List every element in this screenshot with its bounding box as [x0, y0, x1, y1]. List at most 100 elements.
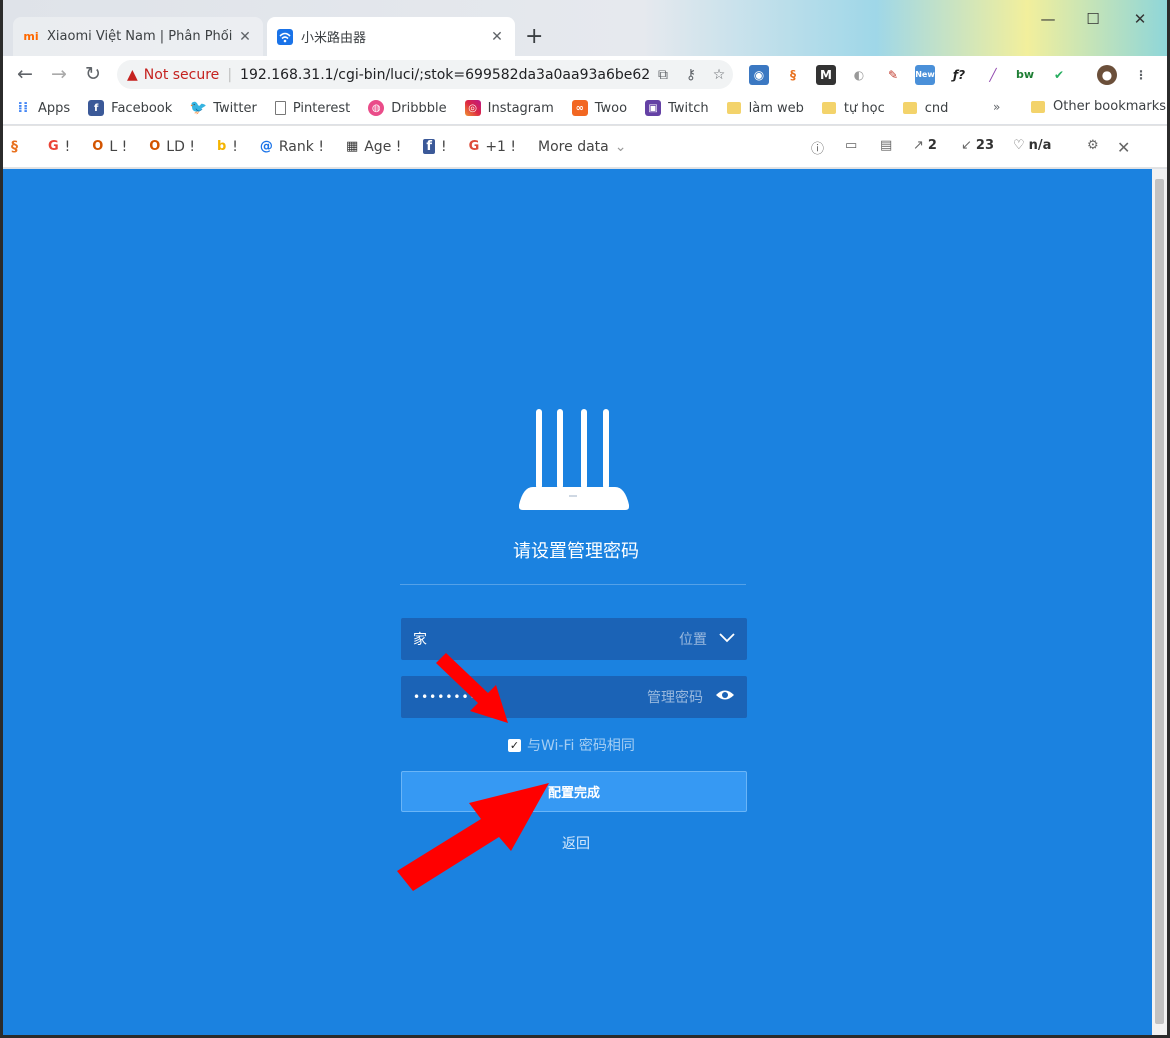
maximize-button[interactable]: ☐ [1078, 10, 1108, 28]
browser-window: mi Xiaomi Việt Nam | Phân Phối Chính ✕ 小… [3, 0, 1167, 1035]
menu-icon[interactable]: ⋮ [1131, 65, 1151, 85]
new-tab-button[interactable]: + [525, 24, 543, 49]
folder-icon [902, 102, 917, 114]
bookmark-dribbble[interactable]: ◍ Dribbble [368, 100, 447, 116]
forward-arrow-icon[interactable]: → [47, 62, 71, 86]
tab-router[interactable]: 小米路由器 ✕ [267, 17, 515, 56]
facebook-icon: f [88, 100, 105, 116]
internal-link-icon: ↙ [961, 138, 972, 153]
bookmark-folder-cnd[interactable]: cnd [902, 101, 948, 116]
same-as-wifi-checkbox[interactable]: ✓ [508, 738, 521, 752]
bookmarks-overflow-button[interactable]: » [993, 100, 1000, 114]
title-bar: mi Xiaomi Việt Nam | Phân Phối Chính ✕ 小… [3, 0, 1167, 56]
seo-links[interactable]: O L ! [92, 139, 127, 155]
seoquake-bar: § G ! O L ! O LD ! b ! @ Rank ! ▦ Age ! … [3, 125, 1167, 168]
chevron-down-icon[interactable] [719, 631, 735, 647]
location-value: 家 [413, 632, 427, 648]
scrollbar[interactable] [1152, 169, 1167, 1035]
wifi-icon [277, 28, 293, 45]
dribbble-icon: ◍ [368, 100, 385, 116]
router-setup-page: 请设置管理密码 家 位置 •••••••••• 管理密码 ✓ 与Wi-Fi 密码… [3, 169, 1152, 1035]
close-icon[interactable]: ✕ [237, 29, 253, 45]
seo-age[interactable]: ▦ Age ! [346, 139, 401, 155]
check-shield-icon[interactable]: ✔ [1049, 65, 1069, 85]
bookmark-twitch[interactable]: ▣ Twitch [645, 100, 709, 116]
folder-icon [726, 102, 741, 114]
password-hint: 管理密码 [647, 690, 703, 706]
location-hint: 位置 [679, 632, 707, 648]
external-links-stat[interactable]: ↗ 2 [913, 138, 937, 153]
leaf-extension-icon[interactable]: ◐ [849, 65, 869, 85]
internal-links-stat[interactable]: ↙ 23 [961, 138, 994, 153]
mi-logo-icon: mi [23, 30, 39, 43]
close-icon[interactable]: ✕ [489, 29, 505, 45]
key-icon[interactable]: ⚷ [677, 67, 705, 83]
warning-icon[interactable]: ▲ [127, 67, 138, 83]
red-arrow-annotation [436, 653, 508, 723]
m-extension-icon[interactable]: M [816, 65, 836, 85]
tab-xiaomi[interactable]: mi Xiaomi Việt Nam | Phân Phối Chính ✕ [13, 17, 263, 56]
gear-icon[interactable]: ⚙ [1087, 138, 1099, 153]
page-title: 请设置管理密码 [513, 541, 639, 562]
same-as-wifi-label: 与Wi-Fi 密码相同 [527, 738, 635, 754]
seo-rank[interactable]: @ Rank ! [260, 139, 324, 155]
function-icon[interactable]: ƒ? [949, 65, 969, 85]
seo-linking-domains[interactable]: O LD ! [149, 139, 195, 155]
instagram-icon: ◎ [464, 100, 481, 116]
twitter-icon: 🐦 [189, 100, 207, 116]
folder-icon [1031, 100, 1045, 113]
router-icon [519, 409, 629, 510]
star-icon[interactable]: ☆ [705, 67, 733, 83]
heart-icon: ♡ [1013, 138, 1025, 153]
bookmarks-bar: ⁞⁞ Apps f Facebook 🐦 Twitter Pinterest ◍… [3, 92, 1167, 124]
info-icon[interactable]: ⓘ [811, 138, 824, 157]
bookmark-folder-tu-hoc[interactable]: tự học [821, 101, 885, 116]
monitor-icon[interactable]: ▭ [845, 138, 857, 153]
seo-more-data-dropdown[interactable]: More data ⌄ [538, 139, 626, 155]
bookmark-folder-lam-web[interactable]: làm web [726, 101, 804, 116]
external-link-icon: ↗ [913, 138, 924, 153]
new-badge-icon[interactable]: New [915, 65, 935, 85]
bookmark-facebook[interactable]: f Facebook [88, 100, 172, 116]
address-separator: | [227, 66, 233, 83]
folder-icon [821, 102, 836, 114]
bw-icon[interactable]: bw [1015, 65, 1035, 85]
bookmark-twoo[interactable]: ∞ Twoo [571, 100, 627, 116]
apps-grid-icon: ⁞⁞ [17, 100, 29, 116]
same-as-wifi-option[interactable]: ✓ 与Wi-Fi 密码相同 [508, 735, 635, 755]
eyedropper-icon[interactable]: ✎ [883, 65, 903, 85]
seoquake-logo-icon[interactable]: § [11, 139, 18, 155]
security-label[interactable]: Not secure [144, 67, 220, 83]
scrollbar-thumb[interactable] [1155, 179, 1164, 1024]
pen-icon[interactable]: ╱ [983, 65, 1003, 85]
close-window-button[interactable]: ✕ [1125, 10, 1155, 28]
reload-icon[interactable]: ↻ [81, 62, 105, 86]
close-icon[interactable]: ✕ [1117, 138, 1130, 157]
bookmark-apps[interactable]: ⁞⁞ Apps [15, 100, 71, 116]
seo-facebook[interactable]: f ! [423, 139, 447, 155]
bookmark-twitter[interactable]: 🐦 Twitter [190, 100, 257, 116]
seo-google-index[interactable]: G ! [48, 139, 70, 155]
divider [400, 584, 746, 585]
other-bookmarks[interactable]: Other bookmarks [1031, 99, 1166, 114]
address-bar[interactable]: ▲ Not secure | 192.168.31.1/cgi-bin/luci… [117, 60, 733, 89]
page-icon [274, 101, 286, 115]
twoo-icon: ∞ [571, 100, 588, 116]
seo-google-plus[interactable]: G +1 ! [469, 139, 516, 155]
bookmark-pinterest[interactable]: Pinterest [274, 101, 350, 116]
seoquake-icon[interactable]: § [783, 65, 803, 85]
browser-toolbar: ← → ↻ ▲ Not secure | 192.168.31.1/cgi-bi… [3, 56, 1167, 92]
twitch-icon: ▣ [645, 100, 662, 116]
rating-stat[interactable]: ♡ n/a [1013, 138, 1051, 153]
url-text[interactable]: 192.168.31.1/cgi-bin/luci/;stok=699582da… [240, 67, 649, 83]
extension-icon[interactable]: ◉ [749, 65, 769, 85]
avatar[interactable]: ● [1097, 65, 1117, 85]
seo-bing-index[interactable]: b ! [217, 139, 238, 155]
translate-icon[interactable]: ⧉ [649, 67, 677, 83]
document-icon[interactable]: ▤ [880, 138, 892, 153]
eye-icon[interactable] [715, 688, 735, 706]
tab-title: 小米路由器 [301, 31, 367, 46]
bookmark-instagram[interactable]: ◎ Instagram [464, 100, 554, 116]
minimize-button[interactable]: — [1033, 10, 1063, 28]
back-arrow-icon[interactable]: ← [13, 62, 37, 86]
